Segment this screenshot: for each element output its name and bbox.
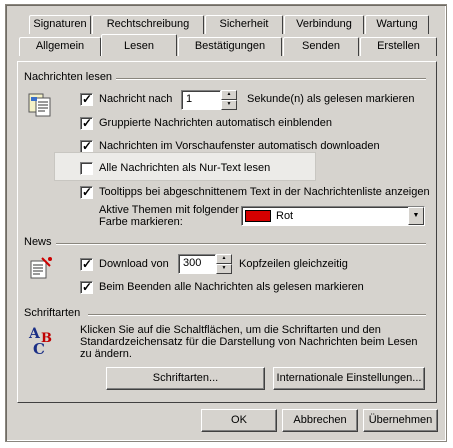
cancel-button[interactable]: Abbrechen xyxy=(282,409,358,432)
svg-text:C: C xyxy=(33,340,45,356)
button-label: Abbrechen xyxy=(293,414,347,426)
fonts-desc-2: Standardzeichensatz für die Darstellung … xyxy=(80,336,418,348)
button-label: OK xyxy=(231,414,247,426)
tab-erstellen[interactable]: Erstellen xyxy=(360,37,437,56)
international-settings-button[interactable]: Internationale Einstellungen... xyxy=(273,367,425,390)
tab-label: Lesen xyxy=(124,40,154,52)
mark-read-label: Nachricht nach xyxy=(99,93,173,105)
tab-label: Senden xyxy=(302,40,340,52)
download-count-input[interactable]: 300 xyxy=(178,254,216,274)
tab-label: Bestätigungen xyxy=(194,40,266,52)
apply-button[interactable]: Übernehmen xyxy=(363,409,438,432)
grouped-checkbox[interactable]: ✓ xyxy=(80,116,93,130)
mark-read-checkbox[interactable]: ✓ xyxy=(80,92,93,106)
mark-on-exit-checkbox[interactable]: ✓ xyxy=(80,280,93,294)
tab-label: Wartung xyxy=(376,18,418,30)
button-label: Internationale Einstellungen... xyxy=(276,372,422,384)
seconds-spinner[interactable]: ▲ ▼ xyxy=(221,90,237,110)
preview-download-label: Nachrichten im Vorschaufenster automatis… xyxy=(99,140,380,152)
options-dialog: Signaturen Rechtschreibung Sicherheit Ve… xyxy=(5,4,447,442)
tab-label: Sicherheit xyxy=(219,18,269,30)
color-value: Rot xyxy=(276,210,294,222)
section-heading-fonts: Schriftarten xyxy=(24,307,81,319)
section-divider xyxy=(56,243,426,245)
tab-senden[interactable]: Senden xyxy=(283,37,359,56)
section-divider xyxy=(88,314,426,316)
spin-up-icon[interactable]: ▲ xyxy=(221,90,237,100)
color-label-1: Aktive Themen mit folgender xyxy=(99,204,239,216)
plain-text-checkbox[interactable] xyxy=(80,162,93,175)
fonts-desc-1: Klicken Sie auf die Schaltflächen, um di… xyxy=(80,324,381,336)
tab-label: Allgemein xyxy=(35,40,85,52)
section-divider xyxy=(116,78,426,80)
grouped-label: Gruppierte Nachrichten automatisch einbl… xyxy=(99,117,332,129)
spin-up-icon[interactable]: ▲ xyxy=(216,254,232,264)
newsgroup-icon xyxy=(28,255,54,281)
button-label: Übernehmen xyxy=(368,414,433,426)
tab-lesen[interactable]: Lesen xyxy=(101,34,177,56)
tab-panel-lesen: Nachrichten lesen ✓ Nachricht nach 1 ▲ ▼… xyxy=(17,61,437,403)
tab-label: Erstellen xyxy=(377,40,420,52)
mark-read-seconds-input[interactable]: 1 xyxy=(181,90,221,110)
color-select[interactable]: Rot ▼ xyxy=(241,206,425,226)
button-label: Schriftarten... xyxy=(152,372,219,384)
tab-label: Signaturen xyxy=(33,18,87,30)
tooltips-label: Tooltipps bei abgeschnittenem Text in de… xyxy=(99,186,430,198)
ok-button[interactable]: OK xyxy=(201,409,277,432)
download-prefix: Download von xyxy=(99,258,169,270)
download-headers-checkbox[interactable]: ✓ xyxy=(80,257,93,271)
tab-signaturen[interactable]: Signaturen xyxy=(29,15,91,34)
mark-read-suffix: Sekunde(n) als gelesen markieren xyxy=(247,93,415,105)
download-count-value: 300 xyxy=(183,257,202,269)
count-spinner[interactable]: ▲ ▼ xyxy=(216,254,232,274)
check-icon: ✓ xyxy=(82,280,93,294)
tab-sicherheit[interactable]: Sicherheit xyxy=(205,15,283,34)
section-heading-news: News xyxy=(24,236,52,248)
seconds-value: 1 xyxy=(186,93,193,105)
tab-allgemein[interactable]: Allgemein xyxy=(19,37,101,56)
plain-text-label: Alle Nachrichten als Nur-Text lesen xyxy=(99,162,271,174)
fonts-desc-3: zu ändern. xyxy=(80,348,132,360)
color-label-2: Farbe markieren: xyxy=(99,216,183,228)
chevron-down-icon[interactable]: ▼ xyxy=(408,207,424,225)
download-suffix: Kopfzeilen gleichzeitig xyxy=(239,258,348,270)
check-icon: ✓ xyxy=(82,257,93,271)
tooltips-checkbox[interactable]: ✓ xyxy=(80,185,93,199)
message-read-icon xyxy=(28,90,54,118)
fonts-abc-icon: A B C xyxy=(27,324,57,358)
color-swatch xyxy=(245,210,271,222)
tab-wartung[interactable]: Wartung xyxy=(365,15,429,34)
mark-on-exit-label: Beim Beenden alle Nachrichten als gelese… xyxy=(99,281,364,293)
section-heading-read: Nachrichten lesen xyxy=(24,71,113,83)
tab-label: Rechtschreibung xyxy=(106,18,190,30)
tab-rechtschreibung[interactable]: Rechtschreibung xyxy=(92,15,204,34)
check-icon: ✓ xyxy=(82,116,93,130)
check-icon: ✓ xyxy=(82,139,93,153)
tab-verbindung[interactable]: Verbindung xyxy=(284,15,364,34)
spin-down-icon[interactable]: ▼ xyxy=(216,264,232,274)
check-icon: ✓ xyxy=(82,185,93,199)
tab-bestaetigungen[interactable]: Bestätigungen xyxy=(178,37,282,56)
tab-label: Verbindung xyxy=(296,18,352,30)
fonts-button[interactable]: Schriftarten... xyxy=(106,367,265,390)
check-icon: ✓ xyxy=(82,92,93,106)
spin-down-icon[interactable]: ▼ xyxy=(221,100,237,110)
screenshot-frame: Signaturen Rechtschreibung Sicherheit Ve… xyxy=(0,0,453,448)
